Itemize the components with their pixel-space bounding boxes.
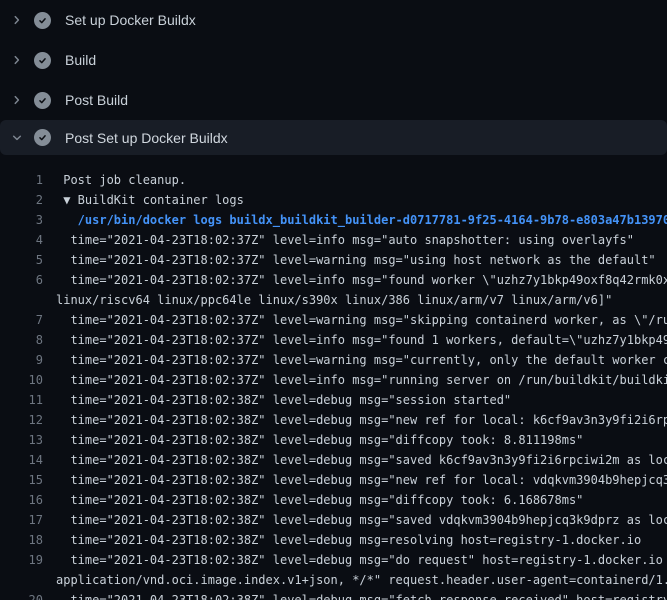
line-number[interactable]: 13 (0, 430, 43, 450)
step-label: Post Build (65, 92, 128, 108)
log-text: time="2021-04-23T18:02:38Z" level=debug … (56, 550, 667, 570)
step-post-set-up-docker-buildx[interactable]: Post Set up Docker Buildx (0, 120, 667, 155)
line-number[interactable]: 17 (0, 510, 43, 530)
check-circle-icon (34, 52, 51, 69)
log-text: time="2021-04-23T18:02:37Z" level=info m… (56, 370, 667, 390)
line-number[interactable]: 11 (0, 390, 43, 410)
log-row: 12 time="2021-04-23T18:02:38Z" level=deb… (0, 410, 667, 430)
line-number[interactable]: 12 (0, 410, 43, 430)
line-number[interactable]: 9 (0, 350, 43, 370)
log-text: time="2021-04-23T18:02:38Z" level=debug … (56, 590, 667, 600)
log-row: 2 ▼ BuildKit container logs (0, 190, 667, 210)
step-label: Build (65, 52, 96, 68)
log-text: time="2021-04-23T18:02:37Z" level=info m… (56, 270, 667, 290)
line-number[interactable]: 3 (0, 210, 43, 230)
chevron-right-icon[interactable] (9, 12, 25, 28)
step-post-build[interactable]: Post Build (0, 80, 667, 120)
chevron-right-icon[interactable] (9, 92, 25, 108)
line-number[interactable]: 10 (0, 370, 43, 390)
log-row-wrap: linux/riscv64 linux/ppc64le linux/s390x … (0, 290, 667, 310)
log-text: time="2021-04-23T18:02:37Z" level=info m… (56, 230, 634, 250)
step-set-up-docker-buildx[interactable]: Set up Docker Buildx (0, 0, 667, 40)
line-number[interactable]: 8 (0, 330, 43, 350)
log-text: time="2021-04-23T18:02:37Z" level=warnin… (56, 250, 656, 270)
chevron-down-icon[interactable] (9, 130, 25, 146)
chevron-right-icon[interactable] (9, 52, 25, 68)
log-row: 17 time="2021-04-23T18:02:38Z" level=deb… (0, 510, 667, 530)
line-number[interactable]: 19 (0, 550, 43, 570)
log-row: 18 time="2021-04-23T18:02:38Z" level=deb… (0, 530, 667, 550)
log-row-wrap: application/vnd.oci.image.index.v1+json,… (0, 570, 667, 590)
log-text: time="2021-04-23T18:02:38Z" level=debug … (56, 430, 583, 450)
line-number[interactable]: 1 (0, 170, 43, 190)
line-number[interactable]: 16 (0, 490, 43, 510)
log-row: 1 Post job cleanup. (0, 170, 667, 190)
log-text: time="2021-04-23T18:02:38Z" level=debug … (56, 450, 667, 470)
step-build[interactable]: Build (0, 40, 667, 80)
log-text: time="2021-04-23T18:02:37Z" level=info m… (56, 330, 667, 350)
line-number (0, 570, 43, 590)
log-row: 9 time="2021-04-23T18:02:37Z" level=warn… (0, 350, 667, 370)
log-row: 11 time="2021-04-23T18:02:38Z" level=deb… (0, 390, 667, 410)
line-number[interactable]: 6 (0, 270, 43, 290)
check-circle-icon (34, 12, 51, 29)
line-number[interactable]: 4 (0, 230, 43, 250)
line-number[interactable]: 20 (0, 590, 43, 600)
step-label: Post Set up Docker Buildx (65, 130, 228, 146)
log-row: 20 time="2021-04-23T18:02:38Z" level=deb… (0, 590, 667, 600)
log-text: time="2021-04-23T18:02:38Z" level=debug … (56, 530, 641, 550)
log-lines: 1 Post job cleanup.2 ▼ BuildKit containe… (0, 155, 667, 600)
check-circle-icon (34, 92, 51, 109)
log-row: 8 time="2021-04-23T18:02:37Z" level=info… (0, 330, 667, 350)
line-number[interactable]: 14 (0, 450, 43, 470)
step-label: Set up Docker Buildx (65, 12, 196, 28)
log-row: 7 time="2021-04-23T18:02:37Z" level=warn… (0, 310, 667, 330)
log-row: 4 time="2021-04-23T18:02:37Z" level=info… (0, 230, 667, 250)
log-command-text: /usr/bin/docker logs buildx_buildkit_bui… (56, 210, 667, 230)
log-text: time="2021-04-23T18:02:38Z" level=debug … (56, 390, 511, 410)
log-text: time="2021-04-23T18:02:37Z" level=warnin… (56, 310, 667, 330)
log-row: 10 time="2021-04-23T18:02:37Z" level=inf… (0, 370, 667, 390)
check-circle-icon (34, 129, 51, 146)
job-log-viewer: Set up Docker Buildx Build Post Build Po… (0, 0, 667, 600)
log-row: 14 time="2021-04-23T18:02:38Z" level=deb… (0, 450, 667, 470)
log-group-toggle[interactable]: ▼ BuildKit container logs (56, 190, 244, 210)
line-number[interactable]: 15 (0, 470, 43, 490)
log-text: time="2021-04-23T18:02:38Z" level=debug … (56, 410, 667, 430)
log-text: time="2021-04-23T18:02:38Z" level=debug … (56, 470, 667, 490)
log-row: 16 time="2021-04-23T18:02:38Z" level=deb… (0, 490, 667, 510)
log-text: time="2021-04-23T18:02:37Z" level=warnin… (56, 350, 667, 370)
line-number[interactable]: 18 (0, 530, 43, 550)
log-row: 3 /usr/bin/docker logs buildx_buildkit_b… (0, 210, 667, 230)
log-row: 5 time="2021-04-23T18:02:37Z" level=warn… (0, 250, 667, 270)
log-text: time="2021-04-23T18:02:38Z" level=debug … (56, 510, 667, 530)
log-text: Post job cleanup. (56, 170, 186, 190)
log-row: 19 time="2021-04-23T18:02:38Z" level=deb… (0, 550, 667, 570)
log-row: 15 time="2021-04-23T18:02:38Z" level=deb… (0, 470, 667, 490)
log-row: 13 time="2021-04-23T18:02:38Z" level=deb… (0, 430, 667, 450)
log-text: time="2021-04-23T18:02:38Z" level=debug … (56, 490, 583, 510)
line-number[interactable]: 7 (0, 310, 43, 330)
log-text: linux/riscv64 linux/ppc64le linux/s390x … (56, 290, 612, 310)
log-row: 6 time="2021-04-23T18:02:37Z" level=info… (0, 270, 667, 290)
line-number[interactable]: 2 (0, 190, 43, 210)
line-number (0, 290, 43, 310)
line-number[interactable]: 5 (0, 250, 43, 270)
log-text: application/vnd.oci.image.index.v1+json,… (56, 570, 667, 590)
